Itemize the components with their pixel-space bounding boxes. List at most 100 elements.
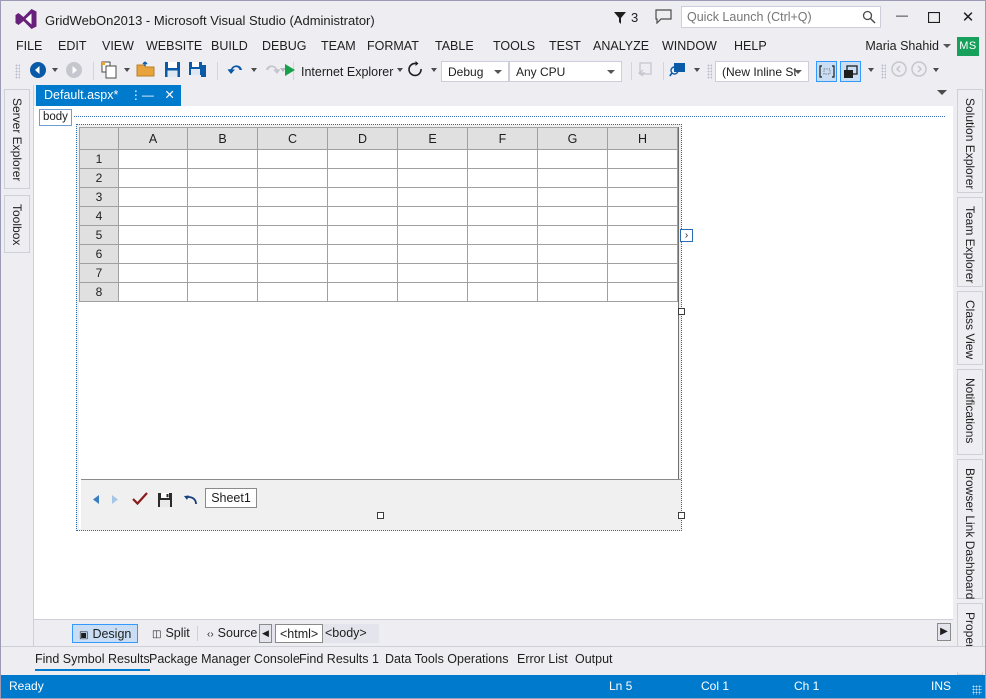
sidebar-item-team-explorer[interactable]: Team Explorer [957,197,983,287]
cell-c3[interactable] [257,187,328,207]
column-header-h[interactable]: H [607,127,678,150]
chevron-down-icon[interactable] [494,70,502,74]
cell-e3[interactable] [397,187,468,207]
toolbar-grip-3[interactable] [881,64,886,79]
cell-e2[interactable] [397,168,468,188]
refresh-icon[interactable] [407,61,427,81]
cell-c7[interactable] [257,263,328,283]
column-header-e[interactable]: E [397,127,468,150]
cell-d5[interactable] [327,225,398,245]
pin-icon[interactable]: ⋮— [130,88,154,102]
cell-b5[interactable] [187,225,258,245]
selection-handle-middle-right[interactable] [678,308,685,315]
notifications-flag-icon[interactable]: 3 [613,8,647,28]
tab-source[interactable]: ‹› Source [201,624,263,643]
row-header-8[interactable]: 8 [79,282,119,302]
sheet-name-box[interactable]: Sheet1 [205,488,257,508]
cell-a3[interactable] [118,187,188,207]
open-file-icon[interactable] [136,61,156,81]
cell-f6[interactable] [467,244,538,264]
avatar[interactable]: MS [957,37,979,56]
menu-edit[interactable]: EDIT [53,35,91,57]
toolbar-grip-2[interactable] [707,64,712,79]
undo-arrow-icon[interactable] [183,494,198,509]
cell-b3[interactable] [187,187,258,207]
cell-f5[interactable] [467,225,538,245]
row-header-2[interactable]: 2 [79,168,119,188]
cell-a7[interactable] [118,263,188,283]
grid-expand-handle-icon[interactable]: › [680,229,693,242]
refresh-dropdown-icon[interactable] [431,68,437,72]
menu-website[interactable]: WEBSITE [141,35,207,57]
minimize-button[interactable]: — [889,8,915,28]
cell-h3[interactable] [607,187,678,207]
cell-d4[interactable] [327,206,398,226]
column-header-g[interactable]: G [537,127,608,150]
aspose-grid-web-control[interactable]: A B C D E F G H 1 2 3 4 5 6 7 8 Sheet1 [76,124,682,531]
cell-c2[interactable] [257,168,328,188]
cell-g3[interactable] [537,187,608,207]
cell-d8[interactable] [327,282,398,302]
cell-a8[interactable] [118,282,188,302]
breadcrumb-item-html[interactable]: <html> [275,624,324,643]
menu-test[interactable]: TEST [544,35,586,57]
cell-g7[interactable] [537,263,608,283]
menu-tools[interactable]: TOOLS [488,35,540,57]
tab-data-tools-operations[interactable]: Data Tools Operations [385,650,508,669]
column-header-c[interactable]: C [257,127,328,150]
new-item-icon[interactable] [101,61,120,81]
cell-a6[interactable] [118,244,188,264]
tab-find-results-1[interactable]: Find Results 1 [299,650,379,669]
toolbar-overflow-icon[interactable] [933,68,939,72]
cell-d1[interactable] [327,149,398,169]
cell-h6[interactable] [607,244,678,264]
menu-view[interactable]: VIEW [97,35,139,57]
cell-h8[interactable] [607,282,678,302]
account-name[interactable]: Maria Shahid [865,35,939,57]
cell-b6[interactable] [187,244,258,264]
cell-b8[interactable] [187,282,258,302]
menu-format[interactable]: FORMAT [362,35,424,57]
row-header-6[interactable]: 6 [79,244,119,264]
cell-e5[interactable] [397,225,468,245]
save-all-icon[interactable] [188,61,210,81]
cell-h1[interactable] [607,149,678,169]
chevron-down-icon[interactable] [943,44,951,48]
cell-h4[interactable] [607,206,678,226]
cell-d2[interactable] [327,168,398,188]
menu-team[interactable]: TEAM [316,35,361,57]
column-header-d[interactable]: D [327,127,398,150]
resize-grip-icon[interactable] [972,685,982,695]
new-item-dropdown-icon[interactable] [124,68,130,72]
tab-split[interactable]: ◫ Split [146,624,196,643]
menu-window[interactable]: WINDOW [657,35,722,57]
style-application-icon[interactable] [840,61,861,82]
cell-f7[interactable] [467,263,538,283]
cell-e6[interactable] [397,244,468,264]
sidebar-item-server-explorer[interactable]: Server Explorer [4,89,30,189]
menu-table[interactable]: TABLE [430,35,479,57]
check-mark-icon[interactable] [132,492,148,509]
cell-b2[interactable] [187,168,258,188]
cell-c4[interactable] [257,206,328,226]
maximize-button[interactable] [921,8,947,28]
platform-combobox[interactable]: Any CPU [509,61,622,82]
selection-handle-bottom-center[interactable] [377,512,384,519]
document-tab-default-aspx[interactable]: Default.aspx* ⋮— ✕ [36,85,181,106]
cell-b1[interactable] [187,149,258,169]
cell-d6[interactable] [327,244,398,264]
select-all-corner[interactable] [79,127,119,150]
cell-f1[interactable] [467,149,538,169]
configuration-combobox[interactable]: Debug [441,61,509,82]
cell-b4[interactable] [187,206,258,226]
cell-g1[interactable] [537,149,608,169]
navigate-back-dropdown-icon[interactable] [52,68,58,72]
cell-f2[interactable] [467,168,538,188]
sidebar-item-toolbox[interactable]: Toolbox [4,195,30,253]
cell-a2[interactable] [118,168,188,188]
cell-f8[interactable] [467,282,538,302]
tab-output[interactable]: Output [575,650,613,669]
menu-build[interactable]: BUILD [206,35,253,57]
row-header-1[interactable]: 1 [79,149,119,169]
cell-f3[interactable] [467,187,538,207]
